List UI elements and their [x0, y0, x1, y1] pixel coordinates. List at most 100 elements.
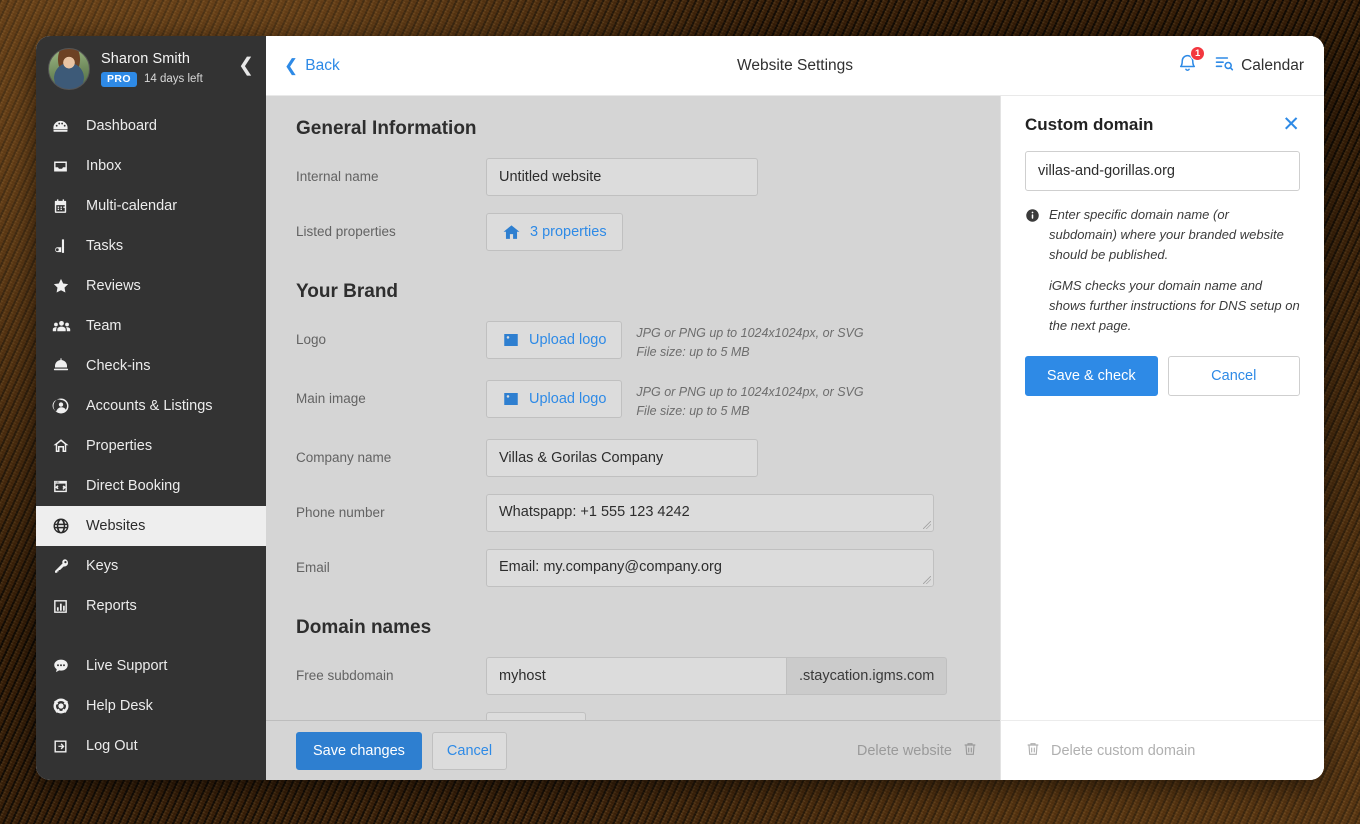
key-icon [52, 557, 78, 575]
upload-logo-button[interactable]: Upload logo [486, 321, 622, 359]
sidebar-item-help-desk[interactable]: Help Desk [36, 686, 266, 726]
field-company-name: Company name Villas & Gorilas Company [296, 439, 1000, 477]
footer-row: Save changes Cancel Delete website Delet… [266, 720, 1324, 780]
sidebar-item-properties[interactable]: Properties [36, 426, 266, 466]
delete-custom-domain-label: Delete custom domain [1051, 743, 1195, 759]
hint-line-2: File size: up to 5 MB [636, 343, 863, 362]
custom-domain-cancel-button[interactable]: Cancel [1168, 356, 1301, 396]
form-scroll-region[interactable]: General Information Internal name Untitl… [266, 96, 1000, 720]
sidebar-item-label: Check-ins [86, 358, 150, 374]
code-window-icon [52, 478, 78, 495]
sidebar-item-log-out[interactable]: Log Out [36, 726, 266, 766]
calendar-icon [52, 198, 78, 215]
company-name-input[interactable]: Villas & Gorilas Company [486, 439, 758, 477]
listed-properties-label: 3 properties [530, 224, 607, 240]
field-email: Email Email: my.company@company.org [296, 549, 1000, 587]
free-subdomain-suffix: .staycation.igms.com [786, 657, 947, 695]
home-icon [502, 223, 521, 242]
logout-icon [52, 738, 78, 755]
sidebar-item-label: Keys [86, 558, 118, 574]
back-label: Back [305, 57, 339, 75]
sidebar-item-label: Reviews [86, 278, 141, 294]
notifications-button[interactable]: 1 [1177, 53, 1198, 79]
delete-custom-domain-button[interactable]: Delete custom domain [1025, 741, 1195, 761]
free-subdomain-group: myhost .staycation.igms.com [486, 657, 947, 695]
sidebar-item-live-support[interactable]: Live Support [36, 646, 266, 686]
field-main-image: Main image Upload logo JPG or PNG up to … [296, 380, 1000, 422]
hint-line-1: JPG or PNG up to 1024x1024px, or SVG [636, 383, 863, 402]
partially-visible-button[interactable] [486, 712, 586, 721]
dashboard-icon [52, 118, 78, 135]
field-label: Free subdomain [296, 657, 486, 683]
save-changes-button[interactable]: Save changes [296, 732, 422, 770]
chat-bubble-icon [52, 657, 78, 675]
logo-hint: JPG or PNG up to 1024x1024px, or SVG Fil… [636, 321, 863, 363]
field-logo: Logo Upload logo JPG or PNG up to 1024x1… [296, 321, 1000, 363]
sidebar-item-inbox[interactable]: Inbox [36, 146, 266, 186]
upload-main-image-label: Upload logo [529, 391, 606, 407]
profile-block[interactable]: Sharon Smith PRO 14 days left ❮ [36, 36, 266, 104]
custom-domain-input[interactable]: villas-and-gorillas.org [1025, 151, 1300, 191]
sidebar-item-check-ins[interactable]: Check-ins [36, 346, 266, 386]
save-and-check-button[interactable]: Save & check [1025, 356, 1158, 396]
sidebar-item-label: Inbox [86, 158, 121, 174]
sidebar-item-team[interactable]: Team [36, 306, 266, 346]
calendar-label: Calendar [1241, 57, 1304, 75]
custom-domain-footer: Delete custom domain [1000, 720, 1324, 780]
field-label: Main image [296, 380, 486, 406]
sidebar-collapse-icon[interactable]: ❮ [238, 56, 254, 75]
sidebar-item-label: Team [86, 318, 121, 334]
internal-name-input[interactable]: Untitled website [486, 158, 758, 196]
chevron-left-icon: ❮ [284, 57, 298, 74]
image-icon [502, 390, 520, 408]
sidebar-bottom-nav: Live Support Help Desk Log Out [36, 646, 266, 780]
phone-number-textarea[interactable]: Whatspapp: +1 555 123 4242 [486, 494, 934, 532]
trash-icon [962, 741, 978, 761]
email-textarea[interactable]: Email: my.company@company.org [486, 549, 934, 587]
sidebar-item-reviews[interactable]: Reviews [36, 266, 266, 306]
profile-name: Sharon Smith [101, 51, 203, 68]
sidebar-item-dashboard[interactable]: Dashboard [36, 106, 266, 146]
custom-domain-panel: Custom domain ✕ villas-and-gorillas.org … [1000, 96, 1324, 720]
globe-icon [52, 517, 78, 535]
sidebar-item-reports[interactable]: Reports [36, 586, 266, 626]
note-paragraph-2: iGMS checks your domain name and shows f… [1049, 276, 1300, 335]
hint-line-2: File size: up to 5 MB [636, 402, 863, 421]
team-icon [52, 317, 78, 336]
sidebar-item-label: Help Desk [86, 698, 153, 714]
back-button[interactable]: ❮ Back [284, 57, 340, 75]
star-icon [52, 277, 78, 295]
info-icon [1025, 208, 1040, 336]
trash-icon [1025, 741, 1041, 761]
delete-website-button[interactable]: Delete website [857, 741, 978, 761]
cancel-button[interactable]: Cancel [432, 732, 507, 770]
free-subdomain-input[interactable]: myhost [486, 657, 786, 695]
field-listed-properties: Listed properties 3 properties [296, 213, 1000, 251]
close-icon[interactable]: ✕ [1282, 114, 1300, 135]
sidebar-item-websites[interactable]: Websites [36, 506, 266, 546]
sidebar-item-label: Tasks [86, 238, 123, 254]
content-area: ❮ Back Website Settings 1 Calendar [266, 36, 1324, 780]
listed-properties-button[interactable]: 3 properties [486, 213, 623, 251]
calendar-button[interactable]: Calendar [1214, 53, 1304, 78]
top-bar: ❮ Back Website Settings 1 Calendar [266, 36, 1324, 96]
sidebar-item-label: Direct Booking [86, 478, 180, 494]
sidebar-item-label: Reports [86, 598, 137, 614]
field-label: Company name [296, 439, 486, 465]
sidebar-item-multi-calendar[interactable]: Multi-calendar [36, 186, 266, 226]
home-icon [52, 437, 78, 455]
sidebar-item-direct-booking[interactable]: Direct Booking [36, 466, 266, 506]
account-icon [52, 397, 78, 415]
custom-domain-note: Enter specific domain name (or subdomain… [1025, 205, 1300, 336]
field-label: Listed properties [296, 213, 486, 239]
section-title-domains: Domain names [296, 617, 1000, 639]
calendar-search-icon [1214, 53, 1234, 78]
sidebar-item-label: Multi-calendar [86, 198, 177, 214]
sidebar-item-keys[interactable]: Keys [36, 546, 266, 586]
sidebar-nav: Dashboard Inbox Multi-calendar Tasks [36, 106, 266, 626]
sidebar-item-tasks[interactable]: Tasks [36, 226, 266, 266]
upload-main-image-button[interactable]: Upload logo [486, 380, 622, 418]
body-row: General Information Internal name Untitl… [266, 96, 1324, 720]
sidebar-item-accounts-listings[interactable]: Accounts & Listings [36, 386, 266, 426]
sidebar-item-label: Dashboard [86, 118, 157, 134]
